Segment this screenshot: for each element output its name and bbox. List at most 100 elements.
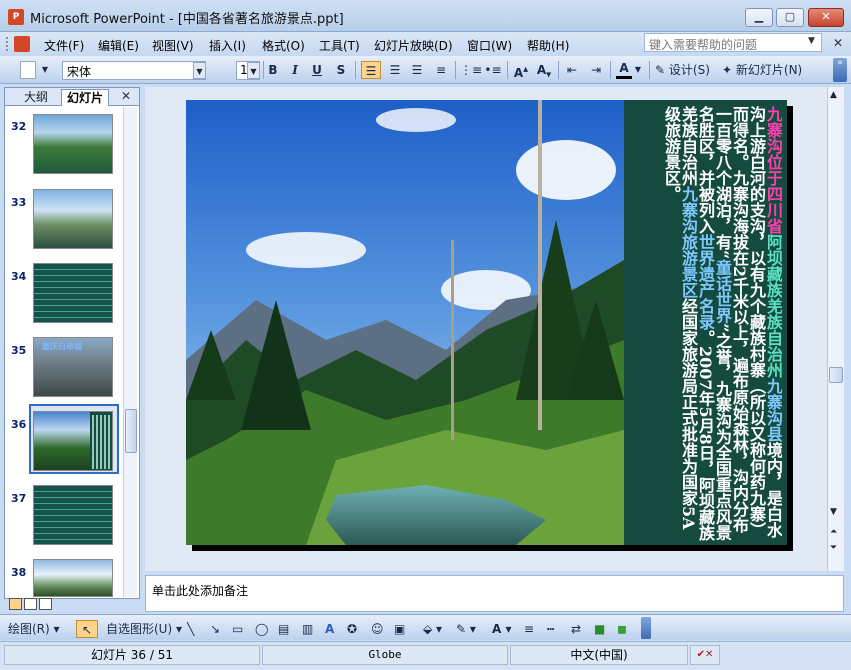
- decrease-font-size-icon[interactable]: A▾: [535, 61, 553, 80]
- font-color-dropdown-icon[interactable]: ▼: [633, 61, 643, 79]
- slide-photo[interactable]: [186, 100, 624, 545]
- slide-body-text[interactable]: 九寨沟位于四川省阿坝藏族羌族自治州九寨沟县境内，是白水沟上游白河的支沟，以有九个…: [626, 106, 782, 542]
- menu-format[interactable]: 格式(O): [262, 37, 305, 54]
- menu-view[interactable]: 视图(V): [152, 37, 194, 54]
- dead-tree-trunk: [538, 100, 542, 430]
- rectangle-icon[interactable]: ▭: [232, 620, 243, 638]
- numbering-icon[interactable]: ⋮≡: [460, 61, 482, 79]
- arrow-icon[interactable]: ↘: [210, 620, 220, 638]
- textbox-icon[interactable]: ▤: [278, 620, 289, 638]
- next-slide-icon[interactable]: ⏷: [830, 543, 837, 553]
- normal-view-icon[interactable]: [9, 598, 22, 610]
- menu-tools[interactable]: 工具(T): [319, 37, 360, 54]
- menu-insert[interactable]: 插入(I): [209, 37, 246, 54]
- font-name-dropdown-icon[interactable]: ▼: [193, 62, 206, 79]
- font-color-draw-icon[interactable]: A ▾: [492, 620, 512, 638]
- line-icon[interactable]: ╲: [187, 620, 194, 638]
- scroll-up-icon[interactable]: ▲: [830, 90, 837, 100]
- minimize-button[interactable]: ▁: [745, 8, 773, 27]
- font-color-icon[interactable]: A: [616, 61, 632, 79]
- toolbar-separator: [558, 61, 559, 79]
- line-color-icon[interactable]: ✎ ▾: [456, 620, 476, 638]
- align-right-icon[interactable]: ☰: [408, 61, 426, 79]
- oval-icon[interactable]: ◯: [255, 620, 268, 638]
- increase-indent-icon[interactable]: ⇥: [587, 61, 605, 79]
- drawbar-overflow-icon[interactable]: [641, 617, 651, 639]
- notes-pane[interactable]: 单击此处添加备注: [145, 575, 844, 612]
- document-icon[interactable]: [14, 36, 30, 52]
- draw-menu-button[interactable]: 绘图(R) ▾: [8, 620, 60, 638]
- slide-thumbnail-32[interactable]: [33, 114, 113, 174]
- italic-button[interactable]: I: [288, 61, 302, 79]
- new-document-icon[interactable]: [20, 61, 36, 79]
- text-shadow-button[interactable]: S: [334, 61, 348, 79]
- slide-scroll-thumb[interactable]: [829, 367, 843, 383]
- slide-thumbnail-34[interactable]: [33, 263, 113, 323]
- menu-help[interactable]: 帮助(H): [527, 37, 569, 54]
- previous-slide-icon[interactable]: ⏶: [830, 527, 837, 537]
- slide-thumbnail-36[interactable]: [33, 411, 113, 471]
- panel-close-icon[interactable]: ✕: [121, 89, 131, 103]
- picture-icon[interactable]: ▣: [394, 620, 405, 638]
- fill-color-icon[interactable]: ⬙ ▾: [423, 620, 442, 638]
- panel-scrollbar[interactable]: [123, 107, 137, 597]
- toolbar-separator: [263, 61, 264, 79]
- underline-button[interactable]: U: [310, 61, 324, 79]
- menu-file[interactable]: 文件(F): [44, 37, 84, 54]
- help-search-input[interactable]: 键入需要帮助的问题: [644, 33, 822, 52]
- increase-font-size-icon[interactable]: A▴: [512, 61, 530, 80]
- align-center-icon[interactable]: ☰: [386, 61, 404, 79]
- bullets-icon[interactable]: •≡: [484, 61, 502, 79]
- slide-sorter-icon[interactable]: [24, 598, 37, 610]
- powerpoint-app-icon[interactable]: P: [8, 9, 24, 25]
- arrow-style-icon[interactable]: ⇄: [571, 620, 581, 638]
- decrease-indent-icon[interactable]: ⇤: [563, 61, 581, 79]
- slide-text-run: 九寨沟位于四川省: [764, 106, 782, 234]
- status-design-name: Globe: [262, 645, 508, 665]
- slideshow-view-icon[interactable]: [39, 598, 52, 610]
- slide-thumbnail-38[interactable]: [33, 559, 113, 597]
- document-close-icon[interactable]: ✕: [833, 36, 843, 50]
- slide-thumbnail-37[interactable]: [33, 485, 113, 545]
- vertical-textbox-icon[interactable]: ▥: [302, 620, 313, 638]
- menu-grip-handle[interactable]: [6, 37, 10, 51]
- maximize-button[interactable]: ▢: [776, 8, 804, 27]
- line-style-icon[interactable]: ≡: [524, 620, 534, 638]
- font-size-dropdown-icon[interactable]: ▼: [247, 62, 260, 79]
- align-left-icon[interactable]: ☰: [361, 61, 381, 79]
- distribute-icon[interactable]: ≡: [432, 61, 450, 79]
- close-button[interactable]: ✕: [808, 8, 844, 27]
- shadow-style-icon[interactable]: ■: [594, 620, 605, 638]
- slide-scrollbar[interactable]: ▲ ▼ ⏶ ⏷: [827, 87, 844, 571]
- toolbar-separator: [507, 61, 508, 79]
- menu-edit[interactable]: 编辑(E): [98, 37, 139, 54]
- menu-slideshow[interactable]: 幻灯片放映(D): [374, 37, 453, 54]
- tab-slides[interactable]: 幻灯片: [61, 89, 110, 106]
- bold-button[interactable]: B: [266, 61, 280, 79]
- window-title: Microsoft PowerPoint - [中国各省著名旅游景点.ppt]: [30, 12, 344, 27]
- menu-window[interactable]: 窗口(W): [467, 37, 512, 54]
- dash-style-icon[interactable]: ┅: [547, 620, 554, 638]
- slide-text-run: 九寨沟县: [764, 378, 782, 442]
- toolbar-overflow-icon[interactable]: »: [833, 58, 847, 82]
- slide-text-run: 阿坝藏族羌族自治州: [764, 234, 782, 378]
- view-buttons: [9, 598, 57, 612]
- panel-scroll-thumb[interactable]: [125, 409, 137, 453]
- wordart-icon[interactable]: A: [325, 620, 334, 638]
- select-cursor-icon[interactable]: ↖: [76, 620, 98, 638]
- help-dropdown-icon[interactable]: ▼: [808, 36, 815, 46]
- diagram-icon[interactable]: ✪: [347, 620, 357, 638]
- new-slide-button[interactable]: ✦ 新幻灯片(N): [722, 61, 822, 79]
- slide-thumbnail-35[interactable]: 重庆白帝城: [33, 337, 113, 397]
- slide-thumbnail-33[interactable]: [33, 189, 113, 249]
- current-slide[interactable]: 九寨沟位于四川省阿坝藏族羌族自治州九寨沟县境内，是白水沟上游白河的支沟，以有九个…: [186, 100, 787, 545]
- tab-outline[interactable]: 大纲: [19, 89, 53, 106]
- clipart-icon[interactable]: ☺: [371, 620, 384, 638]
- autoshapes-button[interactable]: 自选图形(U) ▾: [106, 620, 182, 638]
- design-button[interactable]: ✎ 设计(S): [655, 61, 717, 79]
- spellcheck-icon[interactable]: ✔✕: [690, 645, 720, 665]
- scroll-down-icon[interactable]: ▼: [830, 507, 837, 517]
- toolbar-options-icon[interactable]: ▼: [40, 61, 50, 79]
- font-name-combo[interactable]: 宋体: [62, 61, 206, 80]
- 3d-style-icon[interactable]: ◼: [617, 620, 627, 638]
